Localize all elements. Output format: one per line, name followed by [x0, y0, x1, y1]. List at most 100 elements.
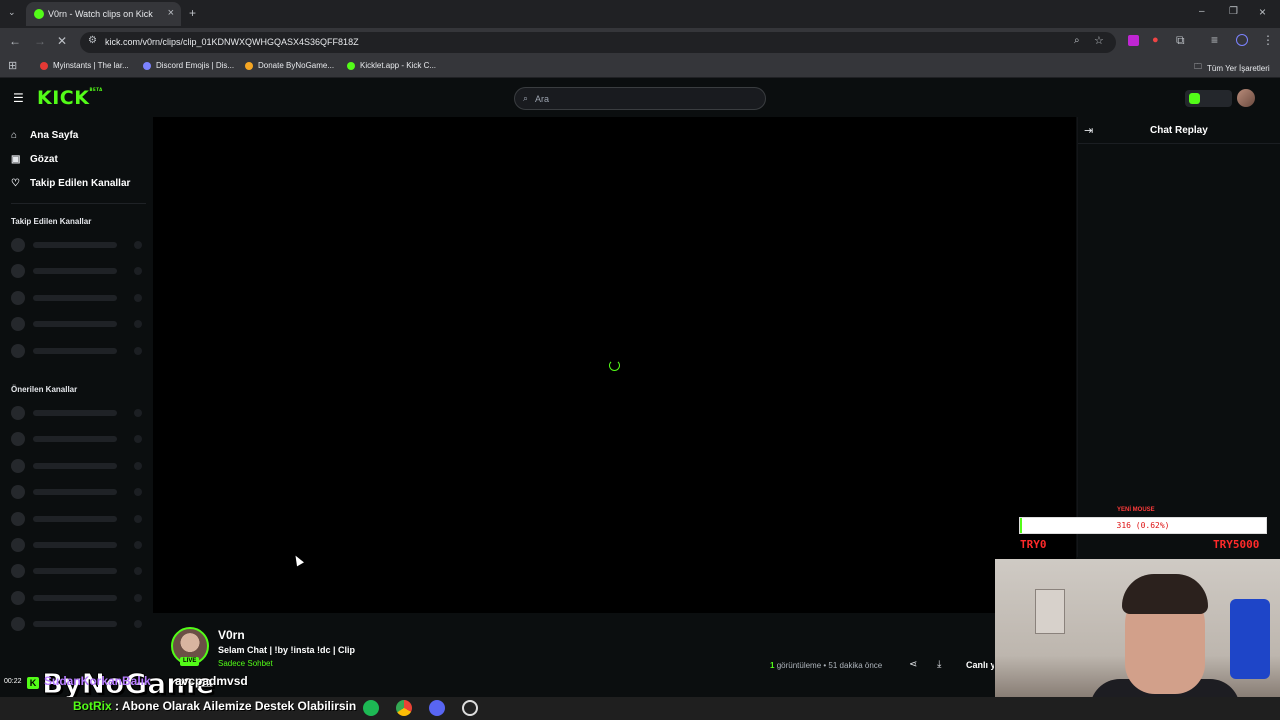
extension-icon[interactable]	[1128, 35, 1139, 46]
obs-taskbar-icon[interactable]	[462, 700, 478, 716]
sidebar-item-home[interactable]: ⌂ Ana Sayfa	[11, 130, 78, 141]
bookmark-label: Myinstants | The lar...	[53, 61, 129, 70]
mouse-cursor-icon	[292, 553, 304, 567]
close-window-icon[interactable]: ×	[1259, 5, 1266, 19]
sidebar-item-label: Gözat	[30, 154, 58, 165]
streamer-hair	[1122, 574, 1208, 614]
search-input[interactable]: ⌕ Ara	[514, 87, 766, 110]
clip-meta: 1 görüntüleme • 51 dakika önce	[770, 661, 883, 670]
bookmark-favicon-icon	[245, 61, 253, 70]
live-badge: LIVE	[180, 657, 200, 666]
bookmark-favicon-icon	[40, 61, 48, 70]
loading-spinner-icon	[609, 360, 620, 371]
extensions-puzzle-icon[interactable]: ⧉	[1176, 33, 1185, 48]
followed-channels-heading: Takip Edilen Kanallar	[11, 217, 92, 226]
channel-skeleton	[11, 238, 146, 252]
extension-icon[interactable]: ●	[1152, 34, 1159, 46]
heart-icon: ♡	[11, 178, 20, 189]
restore-icon[interactable]: ❐	[1229, 6, 1238, 17]
bookmark-star-icon[interactable]: ☆	[1094, 34, 1104, 47]
discord-taskbar-icon[interactable]	[429, 700, 445, 716]
kick-k-icon: K	[27, 677, 39, 689]
profile-icon[interactable]	[1236, 34, 1248, 46]
browser-toolbar: ← → ✕ ⚙ kick.com/v0rn/clips/clip_01KDNWX…	[0, 28, 1280, 56]
streamer-webcam	[995, 559, 1280, 720]
chrome-taskbar-icon[interactable]	[396, 700, 412, 716]
menu-kebab-icon[interactable]: ⋮	[1262, 33, 1274, 47]
tab-title: V0rn - Watch clips on Kick	[48, 9, 153, 19]
bookmark-label: Kicklet.app - Kick C...	[360, 61, 437, 70]
goal-label: YENİ MOUSE	[1117, 507, 1155, 513]
user-avatar[interactable]	[1237, 89, 1255, 107]
share-icon[interactable]: ⋖	[909, 659, 917, 670]
chat-replay-panel: ⇥ Chat Replay	[1077, 117, 1280, 557]
bookmark-favicon-icon	[347, 61, 355, 70]
bot-text: : Abone Olarak Ailemize Destek Olabilirs…	[115, 699, 357, 713]
sidebar: ⌂ Ana Sayfa ▣ Gözat ♡ Takip Edilen Kanal…	[0, 117, 152, 697]
apps-grid-icon[interactable]: ⊞	[8, 59, 17, 72]
logo-text: KICK	[37, 87, 90, 109]
forward-icon[interactable]: →	[34, 34, 46, 48]
overlay-chat-user: SudanKorkanBalık	[44, 674, 151, 688]
zoom-icon[interactable]: ⌕	[1074, 35, 1080, 46]
hamburger-menu-icon[interactable]: ☰	[13, 91, 24, 105]
bot-message: BotRix : Abone Olarak Ailemize Destek Ol…	[73, 699, 356, 713]
watch-live-button[interactable]: Canlı y	[966, 660, 994, 670]
clip-category[interactable]: Sadece Sohbet	[218, 659, 273, 668]
wall-frame	[1035, 589, 1065, 634]
channel-skeleton	[11, 459, 146, 473]
channel-skeleton	[11, 291, 146, 305]
channel-skeleton	[11, 485, 146, 499]
sidebar-item-label: Takip Edilen Kanallar	[30, 178, 131, 189]
bot-name: BotRix	[73, 699, 112, 713]
channel-skeleton	[11, 317, 146, 331]
kick-logo[interactable]: KICKBETA	[37, 87, 103, 109]
folder-icon: 🗀	[1194, 62, 1202, 71]
address-bar[interactable]: ⚙ kick.com/v0rn/clips/clip_01KDNWXQWHGQA…	[80, 32, 1116, 53]
sidebar-item-following[interactable]: ♡ Takip Edilen Kanallar	[11, 178, 130, 189]
channel-skeleton	[11, 432, 146, 446]
theme-toggle[interactable]	[1185, 90, 1232, 107]
url-text: kick.com/v0rn/clips/clip_01KDNWXQWHGQASX…	[105, 37, 359, 47]
goal-min: TRY0	[1020, 538, 1047, 551]
kick-favicon-icon	[34, 9, 44, 19]
logo-beta-tag: BETA	[89, 87, 103, 92]
bookmark-favicon-icon	[143, 61, 151, 70]
download-icon[interactable]: ⤓	[937, 659, 941, 670]
chat-title: Chat Replay	[1150, 125, 1208, 136]
all-bookmarks-label: Tüm Yer İşaretleri	[1207, 63, 1270, 73]
recommended-channels-heading: Önerilen Kanallar	[11, 385, 78, 394]
bookmark-item[interactable]: Myinstants | The lar...	[40, 61, 129, 70]
channel-skeleton	[11, 564, 146, 578]
bookmark-label: Discord Emojis | Dis...	[156, 61, 235, 70]
sidebar-item-browse[interactable]: ▣ Gözat	[11, 154, 58, 165]
site-info-icon[interactable]: ⚙	[88, 35, 97, 46]
tab-list-chevron-icon[interactable]: ⌄	[8, 7, 16, 18]
channel-skeleton	[11, 406, 146, 420]
stop-loading-icon[interactable]: ✕	[57, 34, 67, 48]
all-bookmarks[interactable]: 🗀 Tüm Yer İşaretleri	[1194, 61, 1270, 75]
bookmark-item[interactable]: Kicklet.app - Kick C...	[347, 61, 436, 70]
video-player[interactable]	[153, 117, 1076, 613]
goal-max: TRY5000	[1213, 538, 1260, 551]
channel-skeleton	[11, 617, 146, 631]
goal-progress-bar: 316 (0.62%)	[1019, 517, 1267, 534]
bookmark-item[interactable]: Donate ByNoGame...	[245, 61, 334, 70]
bookmarks-bar: ⊞ Myinstants | The lar... Discord Emojis…	[0, 56, 1280, 78]
minimize-icon[interactable]: –	[1199, 6, 1205, 17]
divider	[11, 203, 146, 204]
sidebar-item-label: Ana Sayfa	[30, 130, 79, 141]
collapse-chat-icon[interactable]: ⇥	[1084, 124, 1093, 137]
spotify-taskbar-icon[interactable]	[363, 700, 379, 716]
goal-progress-text: 316 (0.62%)	[1116, 521, 1170, 530]
home-icon: ⌂	[11, 130, 18, 141]
channel-name[interactable]: V0rn	[218, 628, 245, 642]
close-tab-icon[interactable]: ×	[168, 7, 174, 19]
channel-skeleton	[11, 591, 146, 605]
bookmark-item[interactable]: Discord Emojis | Dis...	[143, 61, 234, 70]
back-icon[interactable]: ←	[9, 34, 21, 48]
media-control-icon[interactable]: ≡	[1211, 33, 1218, 47]
channel-skeleton	[11, 264, 146, 278]
browser-tab[interactable]: V0rn - Watch clips on Kick ×	[26, 2, 181, 26]
new-tab-icon[interactable]: +	[189, 6, 196, 20]
